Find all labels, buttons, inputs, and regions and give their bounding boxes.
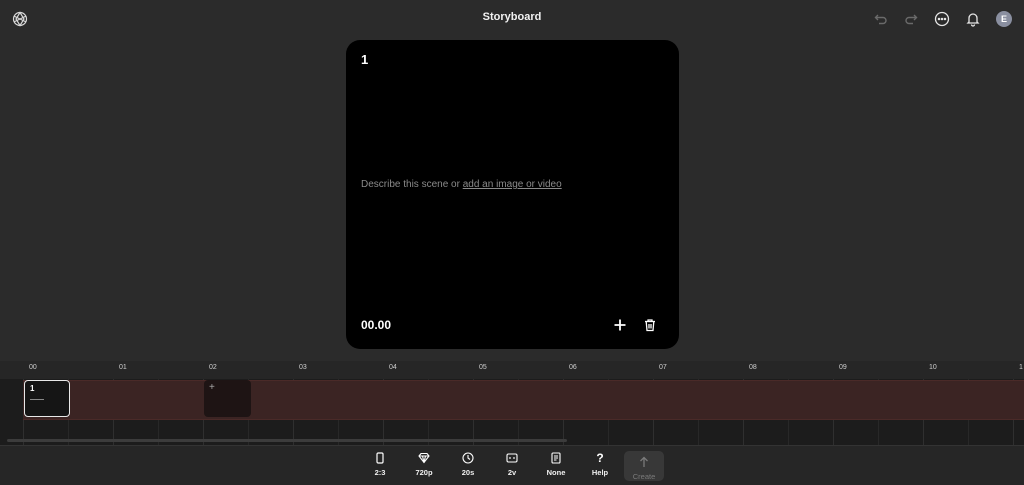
delete-scene-button[interactable] (642, 317, 658, 333)
clip-description-line (30, 399, 44, 400)
undo-icon[interactable] (872, 10, 890, 28)
scene-prompt[interactable]: Describe this scene or add an image or v… (361, 179, 562, 190)
preset-button[interactable]: None (538, 451, 574, 481)
avatar[interactable]: E (996, 11, 1012, 27)
variations-button[interactable]: 2v (494, 451, 530, 481)
variations-label: 2v (507, 468, 517, 477)
timeline-tick-label: 02 (209, 364, 217, 371)
aspect-ratio-button[interactable]: 2:3 (362, 451, 398, 481)
timeline-track[interactable] (23, 380, 1024, 420)
timeline-tick-label: 1 (1019, 364, 1023, 371)
timeline-tick-label: 10 (929, 364, 937, 371)
timeline-scrollbar[interactable] (7, 439, 567, 442)
help-label: Help (591, 468, 609, 477)
trash-icon (645, 319, 655, 332)
more-options-icon[interactable] (933, 10, 951, 28)
timeline-ruler[interactable] (0, 361, 1024, 379)
phone-icon (373, 451, 387, 465)
preset-label: None (546, 468, 566, 477)
timeline[interactable]: 00 01 02 03 04 05 06 07 08 09 10 1 1 + (0, 361, 1024, 445)
timeline-tick-label: 03 (299, 364, 307, 371)
timeline-tick-label: 07 (659, 364, 667, 371)
scene-card[interactable]: 1 Describe this scene or add an image or… (346, 40, 679, 349)
redo-icon[interactable] (902, 10, 920, 28)
bell-icon[interactable] (964, 10, 982, 28)
question-icon: ? (596, 451, 604, 465)
scene-timecode: 00.00 (361, 318, 392, 332)
plus-icon (614, 319, 626, 331)
page-title: Storyboard (482, 11, 542, 23)
clock-icon (461, 451, 475, 465)
help-button[interactable]: ? Help (582, 451, 618, 481)
timeline-tick-label: 01 (119, 364, 127, 371)
add-clip-button[interactable]: + (204, 380, 251, 417)
resolution-label: 720p (415, 468, 433, 477)
timeline-tick-label: 05 (479, 364, 487, 371)
variations-icon (505, 451, 519, 465)
scene-number: 1 (361, 52, 369, 67)
preset-icon (549, 451, 563, 465)
resolution-button[interactable]: 720p (406, 451, 442, 481)
top-bar: Storyboard E (0, 0, 1024, 38)
aspect-ratio-label: 2:3 (374, 468, 386, 477)
timeline-tick-label: 04 (389, 364, 397, 371)
timeline-tick-label: 06 (569, 364, 577, 371)
timeline-tick-label: 09 (839, 364, 847, 371)
create-button[interactable]: Create (624, 451, 664, 481)
timeline-tick-label: 08 (749, 364, 757, 371)
scene-prompt-text[interactable]: Describe this scene or (361, 179, 463, 190)
add-scene-button[interactable] (612, 317, 628, 333)
add-clip-plus: + (209, 382, 215, 393)
timeline-clip[interactable]: 1 (24, 380, 70, 417)
clip-number: 1 (30, 384, 35, 393)
diamond-icon (417, 451, 431, 465)
create-label: Create (632, 472, 656, 481)
duration-button[interactable]: 20s (450, 451, 486, 481)
add-media-link[interactable]: add an image or video (463, 179, 562, 190)
arrow-up-icon (637, 455, 651, 469)
timeline-tick-label: 00 (29, 364, 37, 371)
duration-label: 20s (461, 468, 475, 477)
